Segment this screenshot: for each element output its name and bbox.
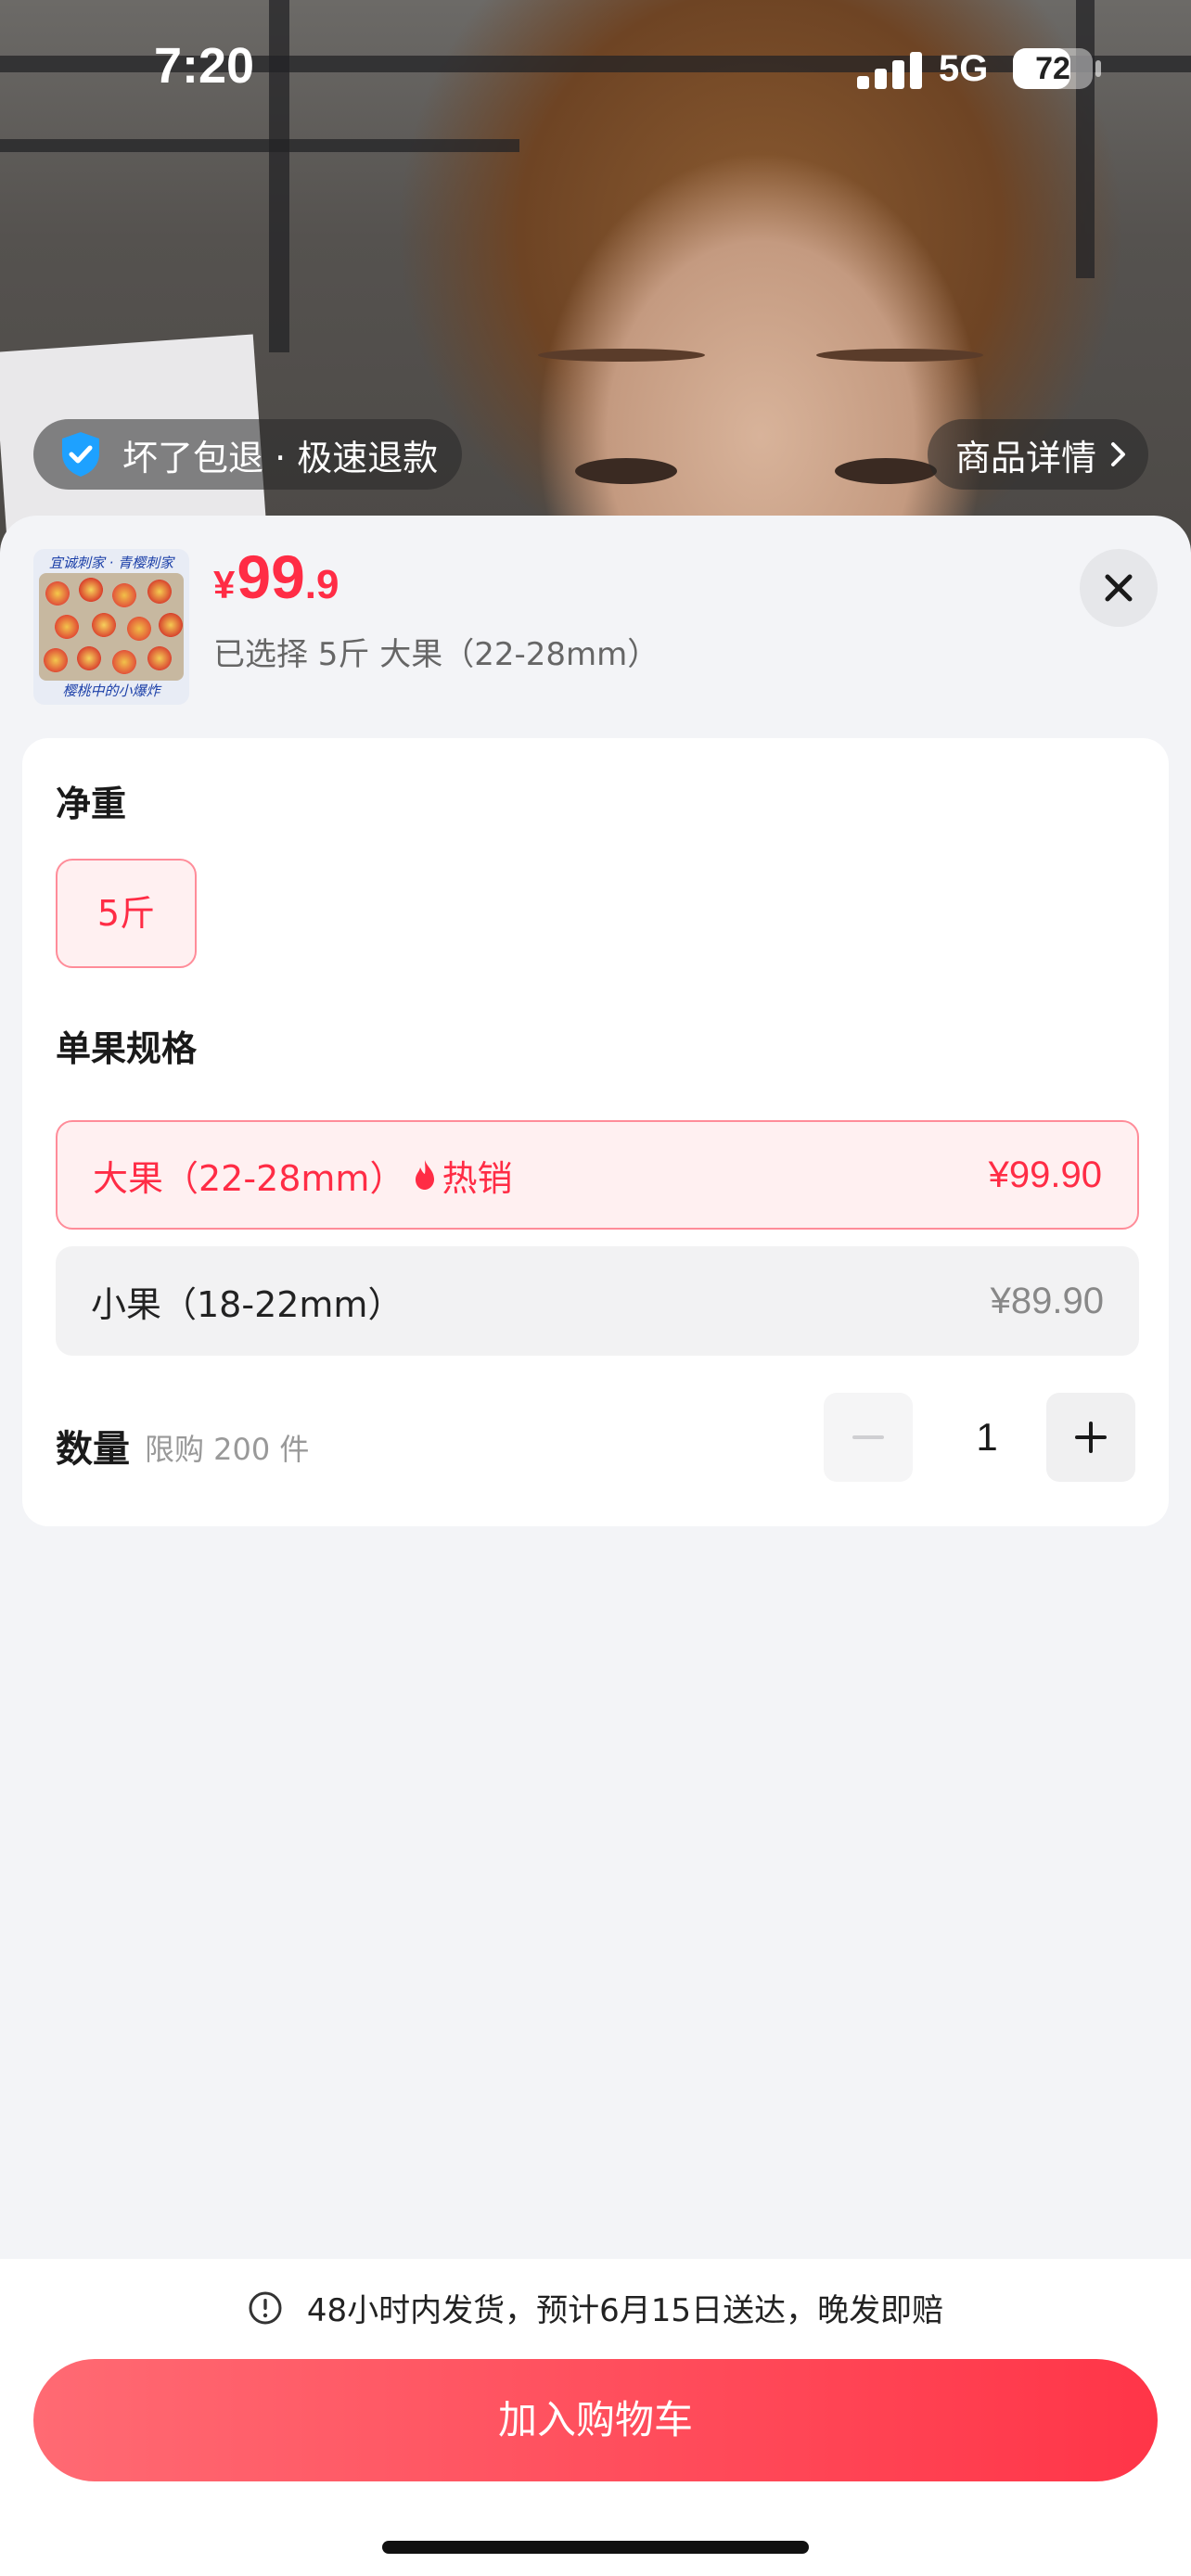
home-indicator[interactable] — [382, 2541, 809, 2554]
battery-cap — [1095, 60, 1101, 77]
hot-sale-tag: 热销 — [412, 1150, 512, 1201]
spec-section-label: 单果规格 — [56, 1028, 198, 1069]
spec-option-label: 大果（22-28mm） — [93, 1157, 405, 1199]
guarantee-badge[interactable]: 坏了包退 · 极速退款 — [33, 419, 463, 490]
guarantee-text: 坏了包退 · 极速退款 — [122, 437, 439, 478]
battery-icon: 72 — [1013, 48, 1093, 89]
spec-option-small[interactable]: 小果（18-22mm） ¥89.90 — [56, 1246, 1139, 1356]
quantity-value[interactable]: 1 — [931, 1393, 1043, 1482]
battery-level: 72 — [1035, 51, 1070, 86]
status-bar: 7:20 5G 72 — [0, 0, 1191, 139]
thumbnail-caption-bottom: 樱桃中的小爆炸 — [62, 682, 160, 699]
selected-summary: 已选择 5斤 大果（22-28mm） — [213, 636, 660, 673]
spec-option-large[interactable]: 大果（22-28mm） 热销 ¥99.90 — [56, 1120, 1139, 1230]
add-to-cart-button[interactable]: 加入购物车 — [33, 2359, 1158, 2481]
product-price: ¥ 99 .9 — [213, 542, 339, 612]
weight-option-5jin[interactable]: 5斤 — [56, 859, 197, 968]
shipping-note: 48小时内发货，预计6月15日送达，晚发即赔 — [0, 2285, 1191, 2330]
minus-icon — [852, 1435, 884, 1439]
shipping-note-text: 48小时内发货，预计6月15日送达，晚发即赔 — [306, 2292, 944, 2329]
quantity-decrease-button[interactable] — [824, 1393, 913, 1482]
close-icon — [1105, 574, 1133, 602]
product-detail-button[interactable]: 商品详情 — [928, 419, 1149, 490]
status-time: 7:20 — [154, 38, 255, 94]
spec-option-label: 小果（18-22mm） — [91, 1283, 403, 1325]
shield-check-icon — [62, 432, 99, 477]
close-button[interactable] — [1080, 549, 1158, 627]
fire-icon — [416, 1160, 435, 1190]
weight-section-label: 净重 — [56, 784, 127, 824]
thumbnail-caption-top: 宜诚刺家 · 青樱刺家 — [48, 555, 174, 571]
hot-sale-label: 热销 — [442, 1157, 513, 1199]
product-detail-label: 商品详情 — [955, 437, 1097, 478]
product-image — [39, 573, 184, 681]
price-integer: 99 — [237, 542, 305, 611]
quantity-increase-button[interactable] — [1046, 1393, 1135, 1482]
quantity-limit: 限购 200 件 — [145, 1432, 310, 1467]
network-type: 5G — [939, 48, 989, 89]
info-circle-icon — [249, 2291, 282, 2324]
chevron-right-icon — [1111, 442, 1126, 466]
spec-option-price: ¥99.90 — [988, 1154, 1102, 1195]
price-currency: ¥ — [213, 563, 236, 606]
plus-icon — [1075, 1422, 1107, 1453]
quantity-label: 数量 — [56, 1428, 130, 1471]
screen: 7:20 5G 72 坏了包退 · 极速退款 商品详情 宜诚刺家 · 青樱刺家 — [0, 0, 1191, 2576]
signal-icon — [857, 50, 922, 89]
product-thumbnail[interactable]: 宜诚刺家 · 青樱刺家 樱桃中的小爆炸 — [33, 549, 189, 705]
options-card: 净重 5斤 单果规格 大果（22-28mm） 热销 ¥99.90 小果（18-2… — [22, 738, 1169, 1526]
spec-option-price: ¥89.90 — [990, 1280, 1104, 1321]
bottom-action-bar: 48小时内发货，预计6月15日送达，晚发即赔 加入购物车 — [0, 2259, 1191, 2576]
price-decimal: .9 — [304, 562, 339, 607]
